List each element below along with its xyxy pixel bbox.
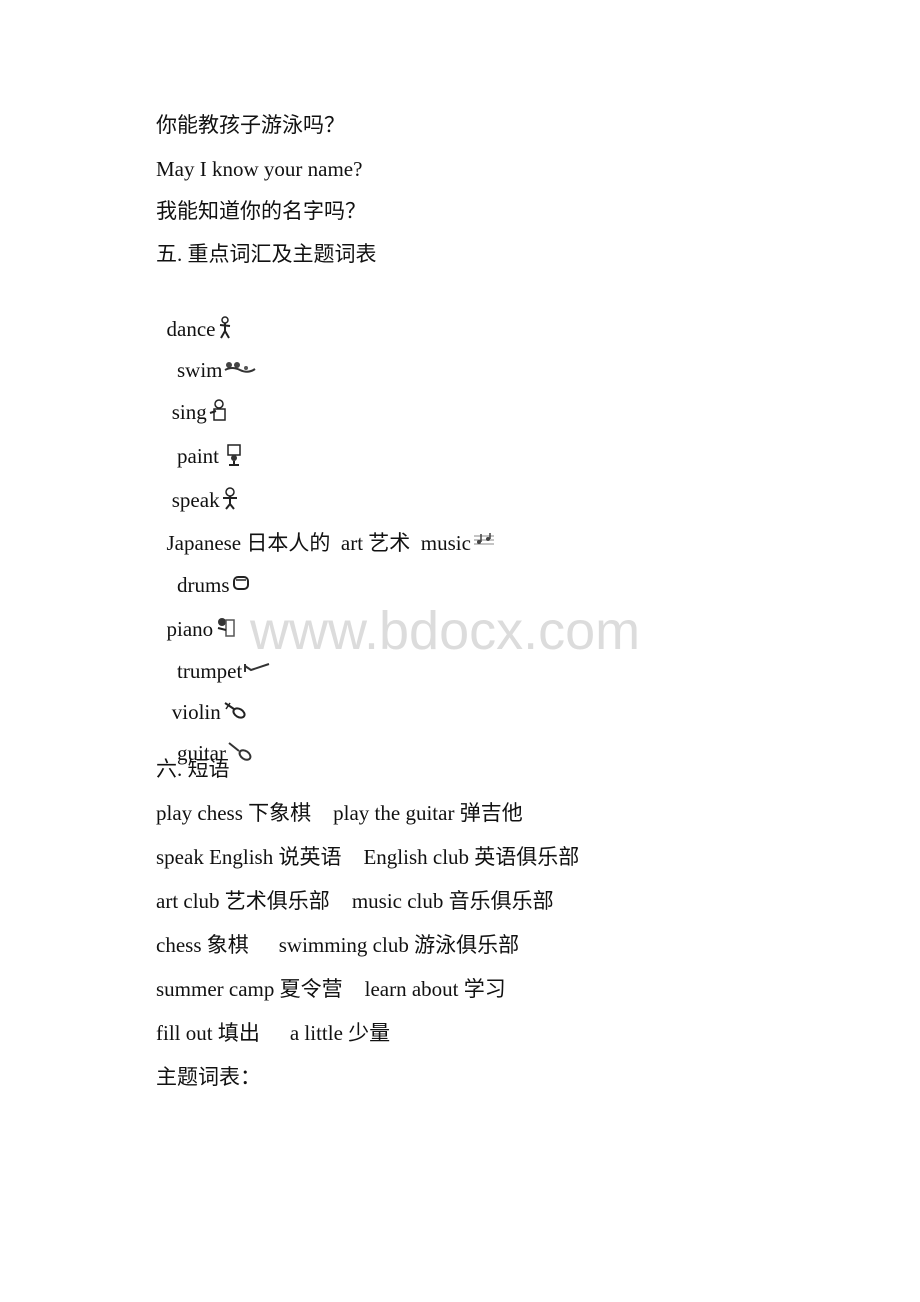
sentence-3: 我能知道你的名字吗？ [156,199,366,223]
swimmers-icon [224,357,256,383]
phrase-row: fill out 填出 a little 少量 [156,1021,391,1045]
phrase-row: art club 艺术俱乐部 music club 音乐俱乐部 [156,889,554,913]
section5-heading: 五. 重点词汇及主题词表 [156,242,377,266]
phrase-row: play chess 下象棋 play the guitar 弹吉他 [156,801,523,825]
music-notes-icon [472,530,496,556]
section6-heading: 六. 短语 [156,757,230,781]
phrase-row: chess 象棋 swimming club 游泳俱乐部 [156,933,520,957]
sentence-2: May I know your name? [156,157,363,181]
phrase-row: speak English 说英语 English club 英语俱乐部 [156,845,580,869]
sentence-1: 你能教孩子游泳吗？ [156,113,345,137]
watermark: www.bdocx.com [250,601,641,661]
theme-vocab-heading: 主题词表： [156,1065,261,1089]
phrase-row: summer camp 夏令营 learn about 学习 [156,977,506,1001]
guitar-icon [227,740,253,768]
